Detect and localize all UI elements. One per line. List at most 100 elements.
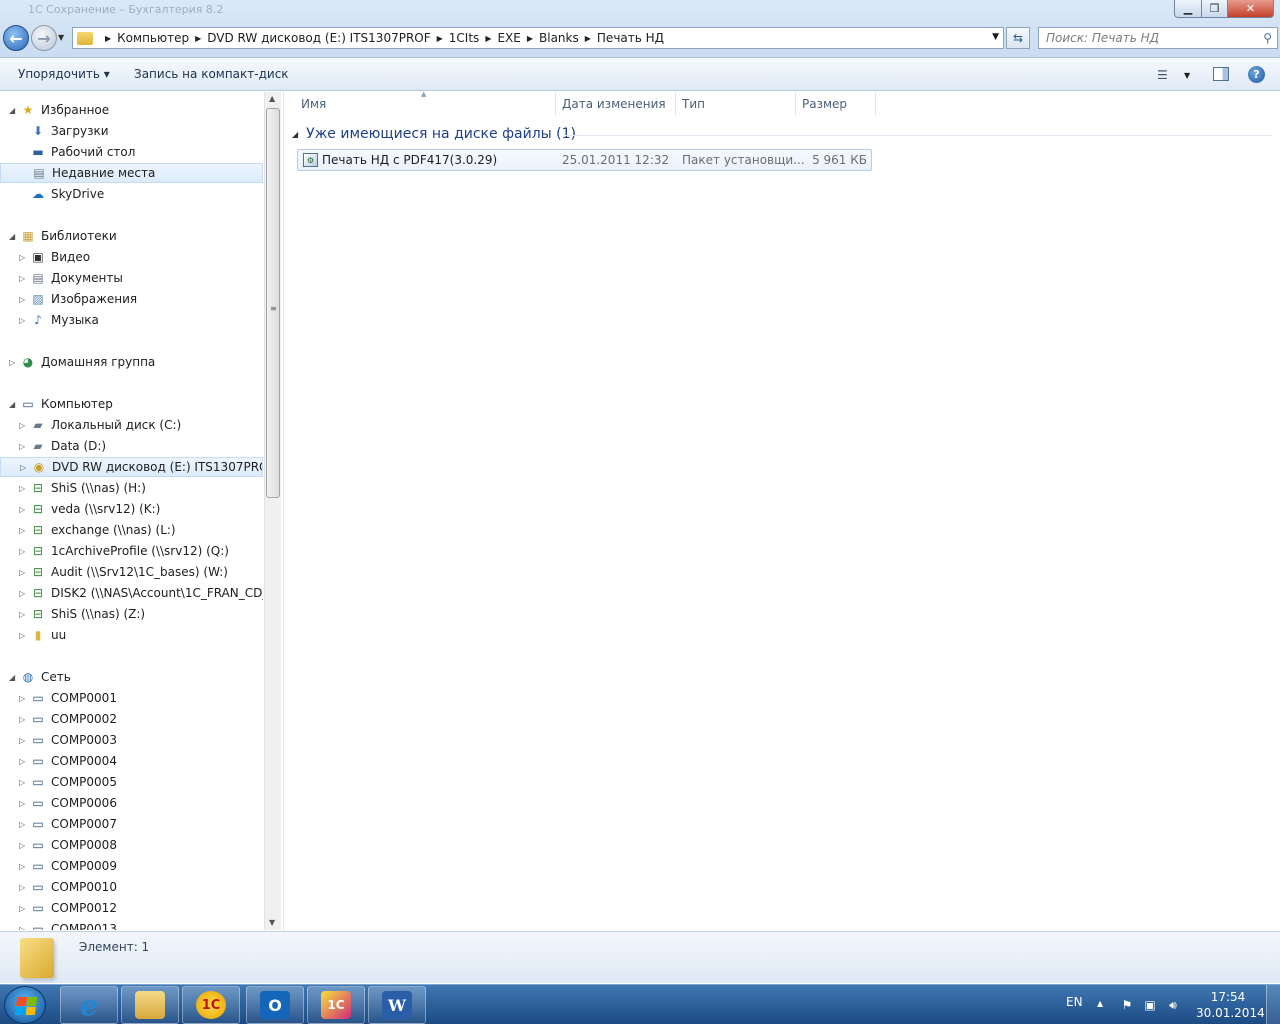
burn-to-disc-button[interactable]: Запись на компакт-диск xyxy=(134,67,289,81)
nav-item[interactable]: ▷ ▭ COMP0003 xyxy=(0,730,263,750)
nav-item[interactable]: ▷ ◉ DVD RW дисковод (E:) ITS1307PROF xyxy=(0,457,263,477)
expand-arrow-icon[interactable]: ▷ xyxy=(20,463,28,472)
expand-arrow-icon[interactable]: ▷ xyxy=(19,526,27,535)
nav-item[interactable]: ▷ ▣ Видео xyxy=(0,247,263,267)
breadcrumb-dvd-drive[interactable]: DVD RW дисковод (E:) ITS1307PROF xyxy=(207,31,430,45)
nav-item[interactable]: ▷ ▭ COMP0005 xyxy=(0,772,263,792)
nav-item[interactable]: ▷ ▭ COMP0001 xyxy=(0,688,263,708)
search-icon[interactable]: ⚲ xyxy=(1263,31,1272,45)
organize-button[interactable]: Упорядочить ▾ xyxy=(18,67,110,81)
nav-item[interactable]: ◢ ▦ Библиотеки xyxy=(0,226,263,246)
breadcrumb-chevron-icon[interactable]: ▶ xyxy=(585,34,591,43)
breadcrumb-exe[interactable]: EXE xyxy=(497,31,520,45)
collapse-arrow-icon[interactable]: ◢ xyxy=(9,673,17,682)
nav-item[interactable]: ▷ ♪ Музыка xyxy=(0,310,263,330)
taskbar-windows-explorer[interactable] xyxy=(121,986,179,1024)
nav-item[interactable]: ▷ ▭ COMP0013 xyxy=(0,919,263,930)
recent-pages-dropdown[interactable]: ▼ xyxy=(58,33,64,42)
expand-arrow-icon[interactable]: ▷ xyxy=(19,925,27,931)
collapse-arrow-icon[interactable]: ◢ xyxy=(9,106,17,115)
expand-arrow-icon[interactable]: ▷ xyxy=(19,694,27,703)
nav-item[interactable]: ▷ ⊟ Audit (\\Srv12\1C_bases) (W:) xyxy=(0,562,263,582)
breadcrumb-chevron-icon[interactable]: ▶ xyxy=(527,34,533,43)
expand-arrow-icon[interactable]: ▷ xyxy=(9,358,17,367)
expand-arrow-icon[interactable]: ▷ xyxy=(19,799,27,808)
nav-item[interactable]: ▷ ▭ COMP0009 xyxy=(0,856,263,876)
nav-item[interactable]: ▷ ▨ Изображения xyxy=(0,289,263,309)
nav-item[interactable]: ◢ ★ Избранное xyxy=(0,100,263,120)
breadcrumb-chevron-icon[interactable]: ▶ xyxy=(437,34,443,43)
nav-item[interactable]: ▷ ⊟ 1cArchiveProfile (\\srv12) (Q:) xyxy=(0,541,263,561)
expand-arrow-icon[interactable]: ▷ xyxy=(19,253,27,262)
nav-item[interactable]: ▷ ⊟ exchange (\\nas) (L:) xyxy=(0,520,263,540)
breadcrumb-blanks[interactable]: Blanks xyxy=(539,31,579,45)
search-input[interactable]: Поиск: Печать НД ⚲ xyxy=(1038,27,1278,49)
action-center-icon[interactable]: ⚑ xyxy=(1120,998,1134,1012)
collapse-group-icon[interactable]: ◢ xyxy=(292,130,298,139)
show-desktop-button[interactable] xyxy=(1266,985,1280,1024)
nav-item[interactable]: ▤ Недавние места xyxy=(0,163,263,183)
column-divider[interactable] xyxy=(675,92,676,116)
scroll-up-icon[interactable]: ▲ xyxy=(269,94,275,103)
clock-date[interactable]: 30.01.2014 xyxy=(1196,1006,1265,1020)
nav-item[interactable]: ▷ ⊟ DISK2 (\\NAS\Account\1C_FRAN_CD_77 xyxy=(0,583,263,603)
nav-item[interactable]: ▷ ⊟ veda (\\srv12) (K:) xyxy=(0,499,263,519)
expand-arrow-icon[interactable]: ▷ xyxy=(19,505,27,514)
expand-arrow-icon[interactable]: ▷ xyxy=(19,589,27,598)
expand-arrow-icon[interactable]: ▷ xyxy=(19,547,27,556)
preview-pane-icon[interactable] xyxy=(1213,67,1229,81)
nav-item[interactable]: ◢ ◍ Сеть xyxy=(0,667,263,687)
nav-item[interactable]: ▷ ⊟ ShiS (\\nas) (Z:) xyxy=(0,604,263,624)
breadcrumb-chevron-icon[interactable]: ▶ xyxy=(195,34,201,43)
nav-item[interactable]: ▷ ▭ COMP0002 xyxy=(0,709,263,729)
column-size[interactable]: Размер xyxy=(802,97,847,111)
expand-arrow-icon[interactable]: ▷ xyxy=(19,736,27,745)
nav-item[interactable]: ⬇ Загрузки xyxy=(0,121,263,141)
address-history-dropdown-icon[interactable]: ▼ xyxy=(992,32,999,42)
nav-item[interactable]: ▷ ▭ COMP0007 xyxy=(0,814,263,834)
expand-arrow-icon[interactable]: ▷ xyxy=(19,610,27,619)
breadcrumb-current[interactable]: Печать НД xyxy=(597,31,664,45)
taskbar-internet-explorer[interactable]: e xyxy=(60,986,118,1024)
nav-scrollbar[interactable]: ▲ ≡ ▼ xyxy=(264,92,281,930)
nav-item[interactable]: ▷ ▰ Локальный диск (C:) xyxy=(0,415,263,435)
expand-arrow-icon[interactable]: ▷ xyxy=(19,778,27,787)
taskbar-word[interactable]: W xyxy=(368,986,426,1024)
nav-item[interactable]: ▷ ▭ COMP0008 xyxy=(0,835,263,855)
expand-arrow-icon[interactable]: ▷ xyxy=(19,568,27,577)
expand-arrow-icon[interactable]: ▷ xyxy=(19,757,27,766)
expand-arrow-icon[interactable]: ▷ xyxy=(19,715,27,724)
expand-arrow-icon[interactable]: ▷ xyxy=(19,820,27,829)
back-button[interactable]: ← xyxy=(3,25,29,51)
change-view-icon[interactable]: ☰ xyxy=(1157,68,1168,82)
start-button[interactable] xyxy=(4,986,46,1024)
nav-item[interactable]: ▷ ▭ COMP0010 xyxy=(0,877,263,897)
nav-item[interactable]: ▷ ▤ Документы xyxy=(0,268,263,288)
expand-arrow-icon[interactable]: ▷ xyxy=(19,841,27,850)
expand-arrow-icon[interactable]: ▷ xyxy=(19,442,27,451)
nav-item[interactable]: ◢ ▭ Компьютер xyxy=(0,394,263,414)
clock-time[interactable]: 17:54 xyxy=(1200,990,1256,1004)
nav-item[interactable]: ☁ SkyDrive xyxy=(0,184,263,204)
breadcrumb-chevron-icon[interactable]: ▶ xyxy=(485,34,491,43)
column-type[interactable]: Тип xyxy=(682,97,705,111)
nav-item[interactable]: ▷ ◕ Домашняя группа xyxy=(0,352,263,372)
maximize-button[interactable]: ❐ xyxy=(1201,0,1228,18)
collapse-arrow-icon[interactable]: ◢ xyxy=(9,232,17,241)
expand-arrow-icon[interactable]: ▷ xyxy=(19,883,27,892)
column-divider[interactable] xyxy=(875,92,876,116)
expand-arrow-icon[interactable]: ▷ xyxy=(19,484,27,493)
nav-item[interactable]: ▷ ⊟ ShiS (\\nas) (H:) xyxy=(0,478,263,498)
column-date[interactable]: Дата изменения xyxy=(562,97,666,111)
show-hidden-icons[interactable]: ▲ xyxy=(1097,999,1103,1008)
collapse-arrow-icon[interactable]: ◢ xyxy=(9,400,17,409)
more-views-dropdown[interactable]: ▼ xyxy=(1184,71,1190,80)
expand-arrow-icon[interactable]: ▷ xyxy=(19,421,27,430)
expand-arrow-icon[interactable]: ▷ xyxy=(19,904,27,913)
nav-item[interactable]: ▷ ▮ uu xyxy=(0,625,263,645)
column-divider[interactable] xyxy=(555,92,556,116)
column-divider[interactable] xyxy=(795,92,796,116)
nav-item[interactable]: ▷ ▭ COMP0004 xyxy=(0,751,263,771)
volume-icon[interactable]: 🔊︎ xyxy=(1166,998,1180,1012)
nav-item[interactable]: ▬ Рабочий стол xyxy=(0,142,263,162)
